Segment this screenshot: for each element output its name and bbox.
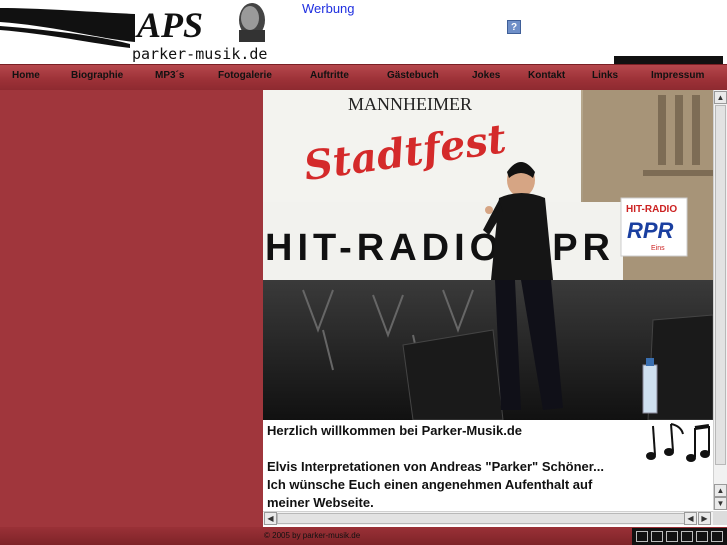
nav-jokes[interactable]: Jokes <box>472 70 500 81</box>
welcome-line-1: Elvis Interpretationen von Andreas "Park… <box>267 459 604 474</box>
badge-icon[interactable] <box>651 531 663 542</box>
logo-letters: APS <box>135 5 203 45</box>
site-logo[interactable]: APS parker-musik.de <box>0 0 290 62</box>
main-navigation: Home Biographie MP3´s Fotogalerie Auftri… <box>0 64 727 90</box>
welcome-heading: Herzlich willkommen bei Parker-Musik.de <box>267 423 523 438</box>
nav-impressum[interactable]: Impressum <box>651 70 704 81</box>
scroll-up-arrow-icon-lower[interactable]: ▲ <box>714 484 727 497</box>
help-icon[interactable]: ? <box>507 20 521 34</box>
scroll-left-arrow-icon-right[interactable]: ◀ <box>684 512 697 525</box>
nav-biographie[interactable]: Biographie <box>71 70 123 81</box>
nav-gaestebuch[interactable]: Gästebuch <box>387 70 439 81</box>
scroll-right-arrow-icon[interactable]: ▶ <box>698 512 711 525</box>
header-divider <box>614 56 723 64</box>
copyright-text: © 2005 by parker-musik.de <box>264 531 361 540</box>
stage-photo: MANNHEIMER Stadtfest HIT-RADIO RPR HIT-R… <box>263 90 713 420</box>
nav-kontakt[interactable]: Kontakt <box>528 70 565 81</box>
footer-badges <box>632 528 727 545</box>
nav-auftritte[interactable]: Auftritte <box>310 70 349 81</box>
badge-icon[interactable] <box>636 531 648 542</box>
vertical-scrollbar[interactable]: ▲ ▲ ▼ <box>713 90 727 510</box>
horizontal-scroll-thumb[interactable] <box>277 513 692 524</box>
badge-icon[interactable] <box>711 531 723 542</box>
left-sidebar <box>0 90 263 527</box>
scroll-up-arrow-icon[interactable]: ▲ <box>714 91 727 104</box>
badge-icon[interactable] <box>666 531 678 542</box>
scrollbar-corner <box>713 511 727 525</box>
banner-radio: HIT-RADIO RPR <box>265 227 610 269</box>
badge-rpr: RPR <box>627 218 674 243</box>
nav-mp3s[interactable]: MP3´s <box>155 70 184 81</box>
badge-hitradio: HIT-RADIO <box>626 204 677 215</box>
banner-city: MANNHEIMER <box>348 94 472 114</box>
badge-eins: Eins <box>651 245 665 252</box>
ad-link[interactable]: Werbung <box>302 1 355 16</box>
horizontal-scrollbar[interactable]: ◀ ◀ ▶ <box>263 511 713 525</box>
scroll-down-arrow-icon[interactable]: ▼ <box>714 497 727 510</box>
content-frame: MANNHEIMER Stadtfest HIT-RADIO RPR HIT-R… <box>263 90 727 527</box>
welcome-line-3: meiner Webseite. <box>267 495 374 510</box>
scroll-left-arrow-icon[interactable]: ◀ <box>264 512 277 525</box>
nav-links[interactable]: Links <box>592 70 618 81</box>
welcome-text: Herzlich willkommen bei Parker-Musik.de … <box>267 422 647 512</box>
logo-domain: parker-musik.de <box>132 45 267 62</box>
nav-fotogalerie[interactable]: Fotogalerie <box>218 70 272 81</box>
site-footer: © 2005 by parker-musik.de <box>0 527 727 545</box>
badge-icon[interactable] <box>696 531 708 542</box>
site-header: APS parker-musik.de Werbung ? <box>0 0 727 64</box>
nav-home[interactable]: Home <box>12 70 40 81</box>
music-notes-icon <box>646 423 710 462</box>
welcome-line-2: Ich wünsche Euch einen angenehmen Aufent… <box>267 477 593 492</box>
badge-icon[interactable] <box>681 531 693 542</box>
vertical-scroll-thumb[interactable] <box>715 105 726 465</box>
